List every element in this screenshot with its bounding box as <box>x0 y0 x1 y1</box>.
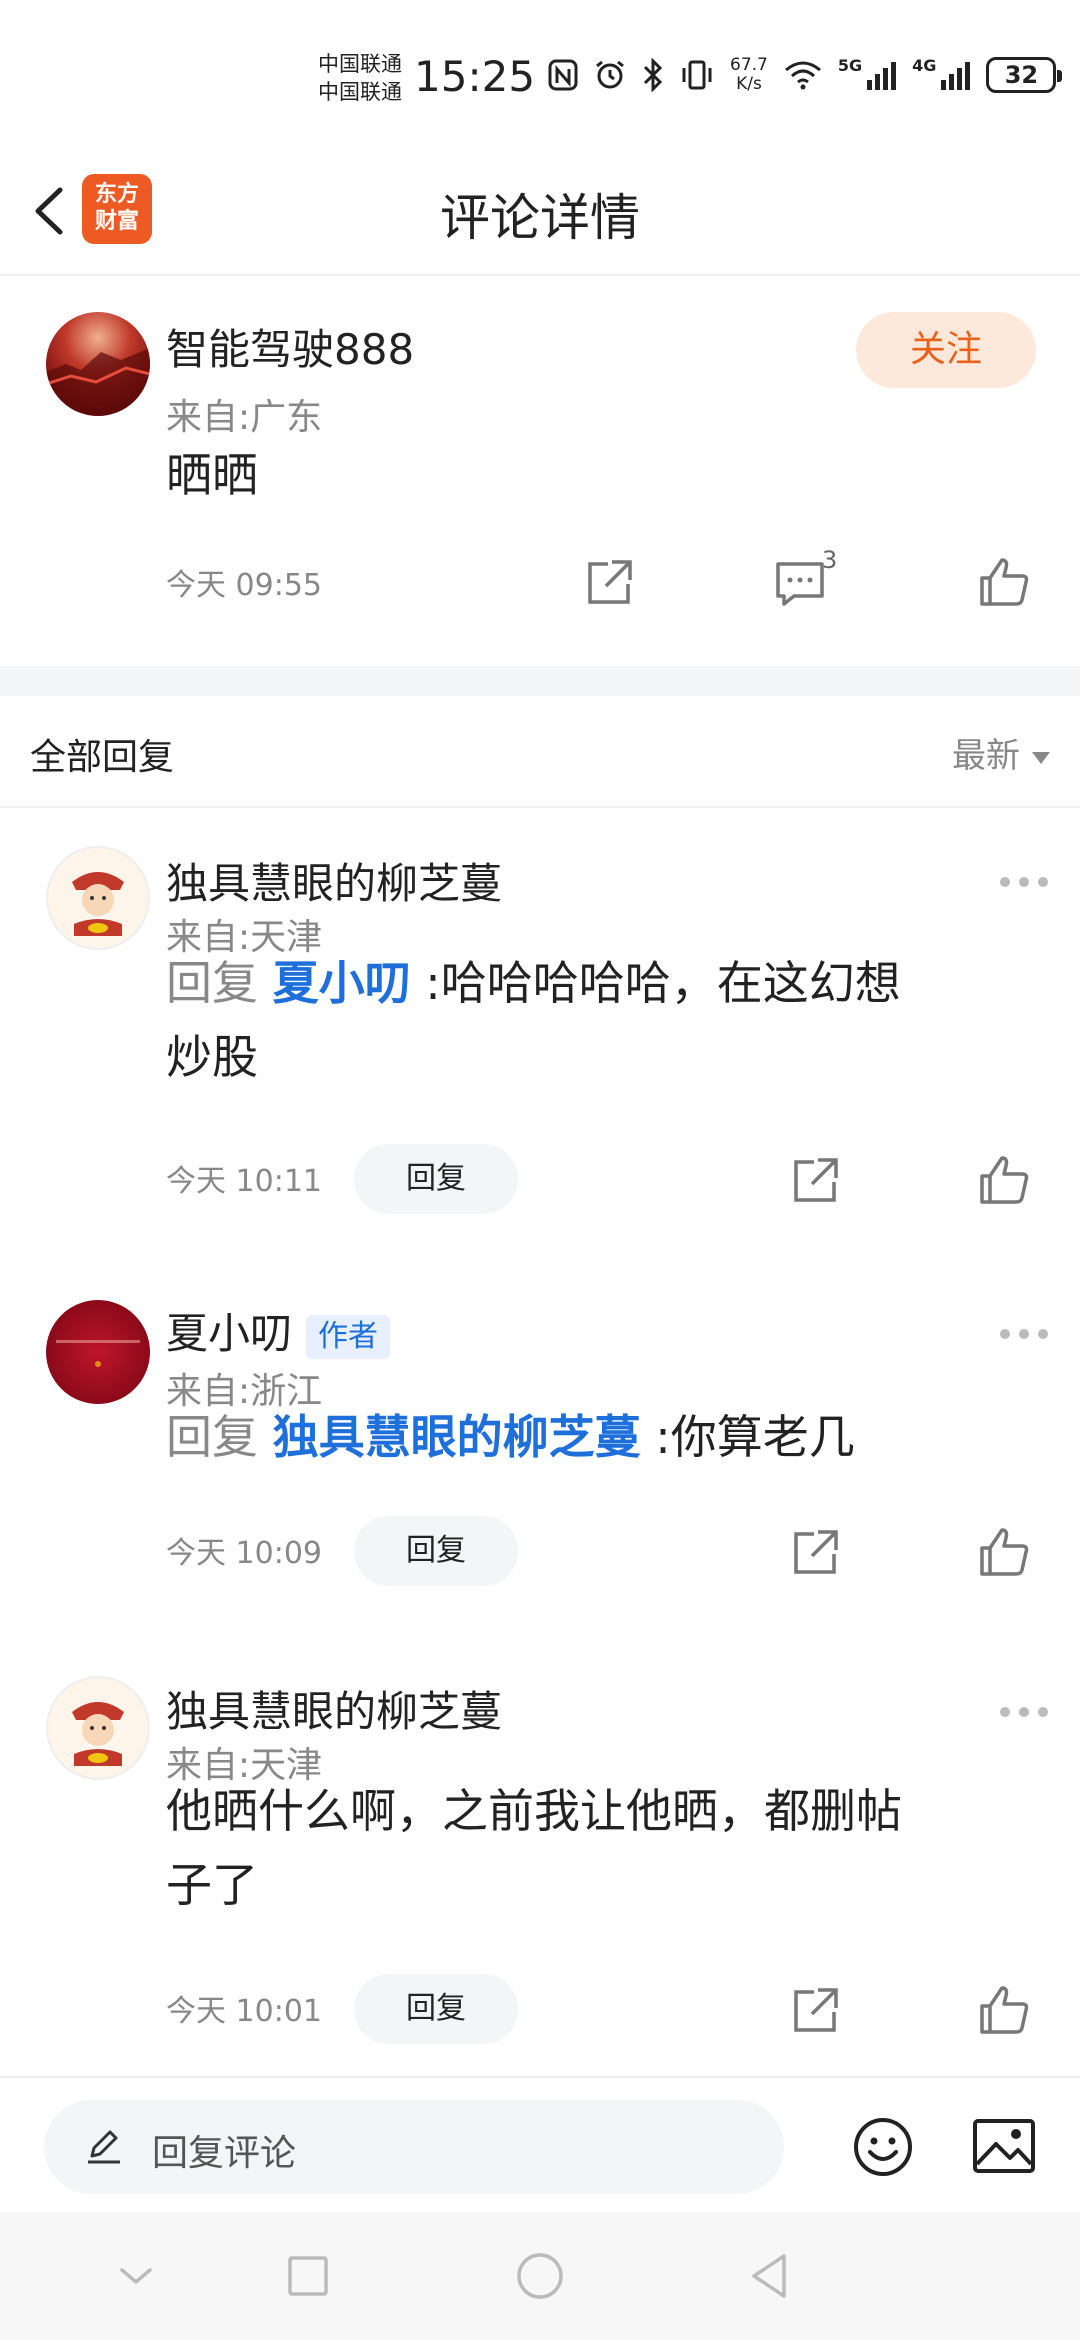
like-icon[interactable] <box>976 1524 1032 1580</box>
caret-down-icon <box>1032 751 1050 764</box>
signal-icon-2 <box>941 62 971 90</box>
like-icon[interactable] <box>976 554 1032 610</box>
status-time: 15:25 <box>414 52 536 101</box>
like-icon[interactable] <box>976 1152 1032 1208</box>
carrier-labels: 中国联通 中国联通 <box>318 50 402 106</box>
chevron-down-icon[interactable] <box>110 2250 162 2302</box>
net-speed: 67.7 K/s <box>730 55 768 94</box>
reply-text: 回复 夏小叨 :哈哈哈哈哈，在这幻想 炒股 <box>166 946 1026 1094</box>
share-icon[interactable] <box>788 1982 844 2038</box>
image-icon[interactable] <box>972 2118 1036 2174</box>
signal-icon-1 <box>867 62 897 90</box>
reply-input-placeholder: 回复评论 <box>152 2133 297 2174</box>
red-banner-avatar-image <box>56 1340 140 1367</box>
reply-separator: : <box>655 1410 671 1464</box>
user-location: 来自:广东 <box>166 397 323 438</box>
status-bar: 中国联通 中国联通 15:25 67.7 K/s 5G 4G 32 <box>0 0 1080 150</box>
username[interactable]: 独具慧眼的柳芝蔓 <box>166 850 502 911</box>
comment-text: 晒晒 <box>166 448 258 502</box>
sort-label: 最新 <box>952 736 1020 776</box>
section-divider <box>0 666 1080 696</box>
mention-link[interactable]: 独具慧眼的柳芝蔓 <box>273 1410 641 1464</box>
like-icon[interactable] <box>976 1982 1032 2038</box>
avatar[interactable] <box>46 846 150 950</box>
avatar[interactable] <box>46 1300 150 1404</box>
network-5g-label: 5G <box>837 56 863 75</box>
reply-item: 独具慧眼的柳芝蔓 来自:天津 回复 夏小叨 :哈哈哈哈哈，在这幻想 炒股 今天 … <box>0 810 1080 1250</box>
reply-time: 今天 10:09 <box>166 1536 322 1571</box>
share-icon[interactable] <box>788 1524 844 1580</box>
avatar[interactable] <box>46 1676 150 1780</box>
reply-body-line-1: 哈哈哈哈哈，在这幻想 <box>440 956 901 1010</box>
network-4g-label: 4G <box>912 56 937 75</box>
reply-button[interactable]: 回复 <box>354 1516 518 1586</box>
reply-input[interactable]: 回复评论 <box>44 2100 784 2194</box>
main-comment: 智能驾驶888 来自:广东 关注 晒晒 今天 09:55 3 <box>0 278 1080 666</box>
reply-prefix: 回复 <box>166 1410 258 1464</box>
vibrate-icon <box>682 60 712 90</box>
reply-body-line-2: 炒股 <box>166 1030 258 1084</box>
all-replies-label: 全部回复 <box>30 737 175 778</box>
reply-body-line-2: 子了 <box>166 1858 258 1912</box>
comment-time: 今天 09:55 <box>166 568 322 603</box>
share-icon[interactable] <box>788 1152 844 1208</box>
avatar[interactable] <box>46 312 150 416</box>
reply-time: 今天 10:11 <box>166 1164 322 1199</box>
god-of-wealth-avatar-icon <box>72 872 124 936</box>
emoji-icon[interactable] <box>852 2116 914 2178</box>
sort-dropdown[interactable]: 最新 <box>952 728 1050 777</box>
username[interactable]: 夏小叨 <box>166 1309 292 1358</box>
pencil-icon <box>88 2130 120 2164</box>
recents-square-icon[interactable] <box>282 2250 334 2302</box>
username-row: 夏小叨 作者 <box>166 1300 391 1361</box>
share-icon[interactable] <box>582 554 638 610</box>
status-icons: 67.7 K/s 5G 4G 32 <box>548 55 1063 94</box>
wifi-icon <box>784 61 821 90</box>
carrier-2: 中国联通 <box>318 80 402 104</box>
home-circle-icon[interactable] <box>514 2250 566 2302</box>
great-wall-image <box>46 348 150 416</box>
more-options-icon[interactable] <box>1000 874 1048 890</box>
alarm-icon <box>596 60 624 89</box>
more-options-icon[interactable] <box>1000 1704 1048 1720</box>
comment-count: 3 <box>822 546 838 574</box>
comment-icon[interactable] <box>772 556 828 612</box>
reply-item: 独具慧眼的柳芝蔓 来自:天津 他晒什么啊，之前我让他晒，都删帖 子了 今天 10… <box>0 1640 1080 2076</box>
bluetooth-icon <box>643 58 663 92</box>
carrier-1: 中国联通 <box>318 52 402 76</box>
reply-button[interactable]: 回复 <box>354 1974 518 2044</box>
mention-link[interactable]: 夏小叨 <box>273 956 411 1010</box>
reply-input-bar: 回复评论 <box>0 2076 1080 2212</box>
username[interactable]: 独具慧眼的柳芝蔓 <box>166 1678 502 1739</box>
god-of-wealth-avatar-icon <box>72 1702 124 1766</box>
reply-body-line-1: 他晒什么啊，之前我让他晒，都删帖 <box>166 1784 902 1838</box>
reply-body-line-1: 你算老几 <box>670 1410 855 1464</box>
top-nav-bar: 东方 财富 评论详情 <box>0 150 1080 276</box>
reply-item: 夏小叨 作者 来自:浙江 回复 独具慧眼的柳芝蔓 :你算老几 今天 10:09 回… <box>0 1262 1080 1632</box>
nfc-icon <box>548 59 578 91</box>
system-nav-bar <box>0 2212 1080 2340</box>
reply-separator: : <box>425 956 441 1010</box>
battery-icon: 32 <box>986 57 1063 93</box>
replies-header: 全部回复 最新 <box>0 696 1080 808</box>
username[interactable]: 智能驾驶888 <box>166 316 414 377</box>
reply-text: 他晒什么啊，之前我让他晒，都删帖 子了 <box>166 1774 1046 1922</box>
more-options-icon[interactable] <box>1000 1326 1048 1342</box>
reply-button[interactable]: 回复 <box>354 1144 518 1214</box>
back-triangle-icon[interactable] <box>744 2250 796 2302</box>
page-title: 评论详情 <box>440 189 640 247</box>
author-badge: 作者 <box>306 1314 391 1359</box>
reply-prefix: 回复 <box>166 956 258 1010</box>
reply-text: 回复 独具慧眼的柳芝蔓 :你算老几 <box>166 1400 1046 1474</box>
reply-time: 今天 10:01 <box>166 1994 322 2029</box>
follow-button[interactable]: 关注 <box>856 312 1036 388</box>
